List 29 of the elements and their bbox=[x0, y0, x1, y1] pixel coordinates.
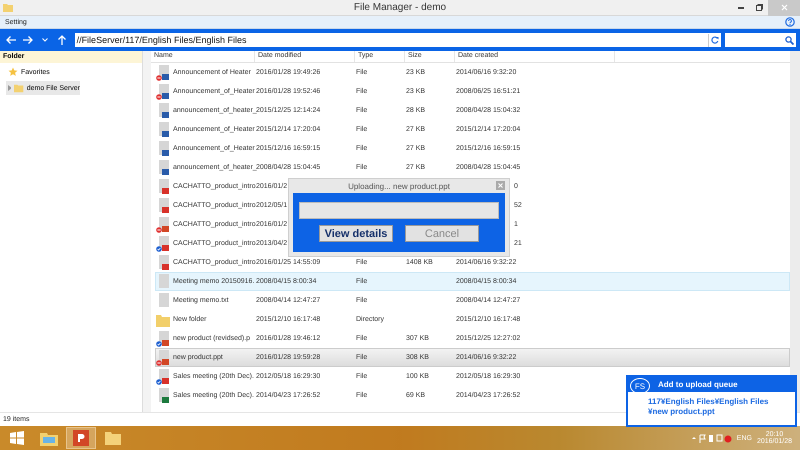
file-explorer-icon bbox=[40, 430, 58, 446]
search-field[interactable] bbox=[724, 33, 796, 47]
search-icon bbox=[785, 36, 794, 44]
close-icon bbox=[498, 183, 503, 188]
folder-icon bbox=[14, 84, 24, 92]
refresh-button[interactable] bbox=[708, 34, 721, 46]
file-path: ¥new product.ppt bbox=[648, 407, 716, 417]
view-details-button[interactable]: View details bbox=[319, 225, 393, 242]
close-icon bbox=[780, 4, 788, 11]
scrollbar[interactable] bbox=[143, 51, 151, 412]
file-path: 117¥English Files¥English Files bbox=[648, 397, 770, 407]
tray-icons-drawing[interactable] bbox=[692, 434, 732, 442]
notification-title: Add to upload queue bbox=[658, 380, 738, 389]
expand-arrow-icon[interactable] bbox=[8, 85, 12, 91]
scrollbar[interactable] bbox=[790, 51, 800, 412]
star-icon bbox=[8, 67, 18, 77]
windows-icon bbox=[10, 431, 24, 445]
window-title: File Manager - demo bbox=[352, 2, 448, 13]
dialog-title: Uploading... new product.ppt bbox=[348, 182, 450, 190]
close-button[interactable] bbox=[496, 181, 505, 190]
caret-icon bbox=[42, 38, 48, 42]
taskbar-app-button[interactable] bbox=[66, 427, 96, 449]
address-field[interactable]: //FileServer/117/English Files/English Files bbox=[74, 33, 721, 47]
presentation-app-icon bbox=[73, 430, 89, 446]
folder-icon bbox=[3, 4, 13, 12]
folder-icon bbox=[105, 431, 121, 445]
restore-icon bbox=[756, 4, 762, 11]
minimize-icon bbox=[738, 6, 744, 8]
help-icon[interactable] bbox=[785, 17, 795, 27]
